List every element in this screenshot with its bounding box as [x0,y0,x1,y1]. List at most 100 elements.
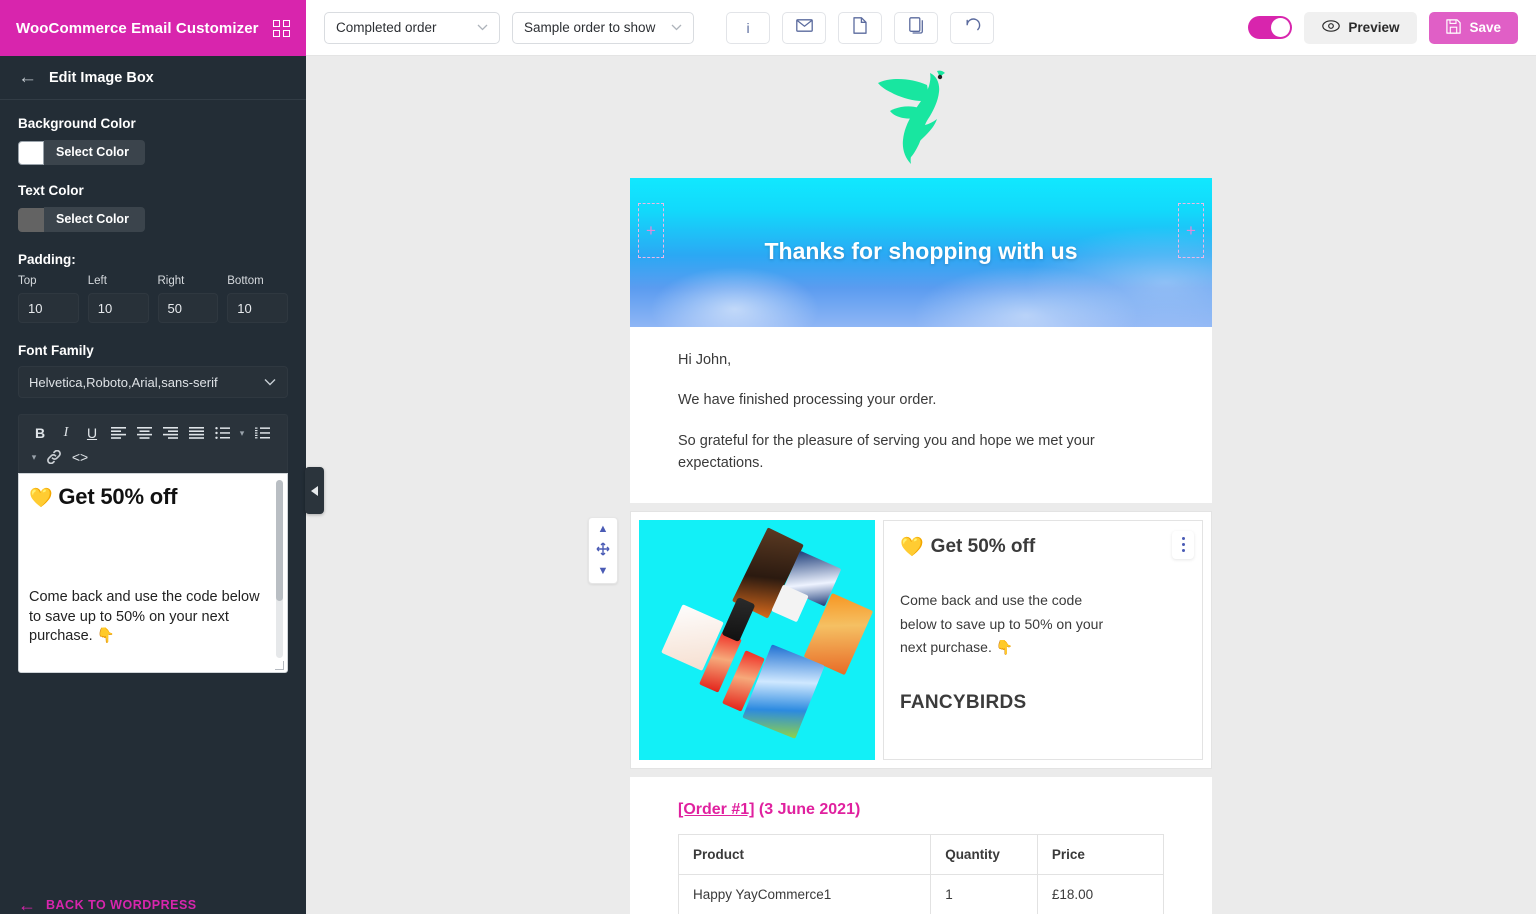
top-toolbar: Completed order Sample order to show i P… [306,0,1536,56]
bullet-list-icon[interactable] [209,421,235,445]
padding-bottom-caption: Bottom [227,275,264,287]
undo-icon [964,17,981,38]
image-box-text-cell[interactable]: 💛 Get 50% off Come back and use the code… [883,519,1203,760]
promo-heading-text: Get 50% off [930,535,1036,557]
padding-left-cell: Left [87,275,149,323]
preview-button[interactable]: Preview [1304,11,1418,44]
email-type-select[interactable]: Completed order [324,11,500,44]
background-color-row[interactable]: Select Color [18,140,288,165]
panel-header: ← Edit Image Box [0,56,306,100]
background-color-label: Background Color [18,116,136,131]
move-up-icon[interactable]: ▲ [598,523,609,535]
eye-icon [1322,20,1341,35]
app-root: WooCommerce Email Customizer ← Edit Imag… [0,0,1536,914]
editor-scrollbar[interactable] [276,480,283,658]
mail-icon-button[interactable] [782,11,826,44]
image-box[interactable]: 💛 Get 50% off Come back and use the code… [630,510,1212,769]
align-justify-icon[interactable] [183,421,209,445]
file-icon-button[interactable] [838,11,882,44]
padding-left-input[interactable] [87,293,149,323]
image-box-image-cell[interactable] [639,519,875,760]
body-paragraph-2: So grateful for the pleasure of serving … [678,432,1095,472]
padding-left-caption: Left [87,275,107,287]
hummingbird-logo-icon [867,61,975,174]
duplicate-icon-button[interactable] [894,11,938,44]
text-color-swatch[interactable] [18,207,44,232]
toggle-knob [1271,18,1291,37]
background-select-color-button[interactable]: Select Color [44,140,145,165]
table-row: Happy YayCommerce1 1 £18.00 [677,873,1165,914]
editor-content[interactable]: 💛 Get 50% off Come back and use the code… [18,473,288,673]
order-link[interactable]: [Order #1] [678,801,754,818]
sample-order-value: Sample order to show [524,20,656,35]
file-icon [853,16,867,39]
font-family-select[interactable]: Helvetica,Roboto,Arial,sans-serif [18,366,288,398]
email-preview: + + Thanks for shopping with us Hi John,… [588,178,1212,914]
preview-mode-toggle[interactable] [1248,16,1293,39]
back-arrow-icon[interactable]: ← [18,68,37,87]
text-color-label: Text Color [18,183,84,198]
yellow-heart-icon: 💛 [29,488,53,509]
bullet-list-caret-icon[interactable]: ▾ [235,421,249,445]
grid-cell [273,19,280,27]
padding-right-input[interactable] [157,293,219,323]
align-left-icon[interactable] [105,421,131,445]
cell-price: £18.00 [1036,873,1165,914]
sample-order-select[interactable]: Sample order to show [512,11,694,44]
yellow-heart-icon: 💛 [900,536,924,558]
chevron-left-icon [311,485,318,496]
move-handle-icon[interactable] [596,542,610,559]
background-color-swatch[interactable] [18,140,44,165]
padding-top-cell: Top [18,275,79,323]
underline-icon[interactable]: U [79,421,105,445]
undo-icon-button[interactable] [950,11,994,44]
numbered-list-icon[interactable] [249,421,275,445]
grid-icon[interactable] [273,19,290,37]
panel-title: Edit Image Box [49,69,154,86]
hero-banner[interactable]: + + Thanks for shopping with us [630,178,1212,327]
editor-resize-handle[interactable] [275,661,284,670]
block-drag-controls[interactable]: ▲ ▼ [588,516,618,584]
order-details-card[interactable]: [Order #1] (3 June 2021) Product Quantit… [630,776,1212,914]
text-select-color-button[interactable]: Select Color [44,207,145,232]
back-to-wordpress-link[interactable]: ← BACK TO WORDPRESS [0,888,306,914]
mail-icon [795,18,813,37]
email-body-card[interactable]: Hi John, We have finished processing you… [630,327,1212,503]
font-family-value: Helvetica,Roboto,Arial,sans-serif [29,374,218,390]
duplicate-icon [908,16,924,39]
collapse-panel-button[interactable] [305,467,324,514]
code-icon[interactable]: <> [67,445,93,469]
bold-icon[interactable]: B [27,421,53,445]
save-button[interactable]: Save [1429,11,1518,44]
numbered-list-caret-icon[interactable]: ▾ [27,445,41,469]
chevron-down-icon [264,375,276,389]
link-icon[interactable] [41,445,67,469]
info-icon-button[interactable]: i [726,11,770,44]
editor-paragraph: Come back and use the code below to save… [29,589,260,645]
image-box-section: ▲ ▼ 💛 Get 50% off Come back and use the … [588,510,1212,769]
order-table-body: Happy YayCommerce1 1 £18.00 [677,873,1165,914]
italic-icon[interactable]: I [53,421,79,445]
order-title: [Order #1] (3 June 2021) [678,801,1164,819]
padding-bottom-input[interactable] [227,293,288,323]
grid-cell [273,29,280,37]
padding-right-caption: Right [157,275,185,287]
preview-label: Preview [1348,20,1400,35]
padding-top-input[interactable] [18,293,79,323]
padding-top-caption: Top [18,275,37,287]
chevron-down-icon [477,22,488,34]
product-item [721,596,756,642]
more-options-icon[interactable] [1172,530,1194,559]
padding-right-cell: Right [157,275,219,323]
email-logo [306,56,1536,178]
move-down-icon[interactable]: ▼ [598,565,609,577]
text-color-row[interactable]: Select Color [18,207,288,232]
promo-code: FANCYBIRDS [900,692,1027,714]
align-right-icon[interactable] [157,421,183,445]
align-center-icon[interactable] [131,421,157,445]
editor-scrollbar-thumb[interactable] [276,480,283,602]
hero-title: Thanks for shopping with us [764,238,1078,264]
email-canvas: + + Thanks for shopping with us Hi John,… [306,56,1536,914]
grid-cell [283,19,290,27]
kebab-dot [1181,549,1185,553]
